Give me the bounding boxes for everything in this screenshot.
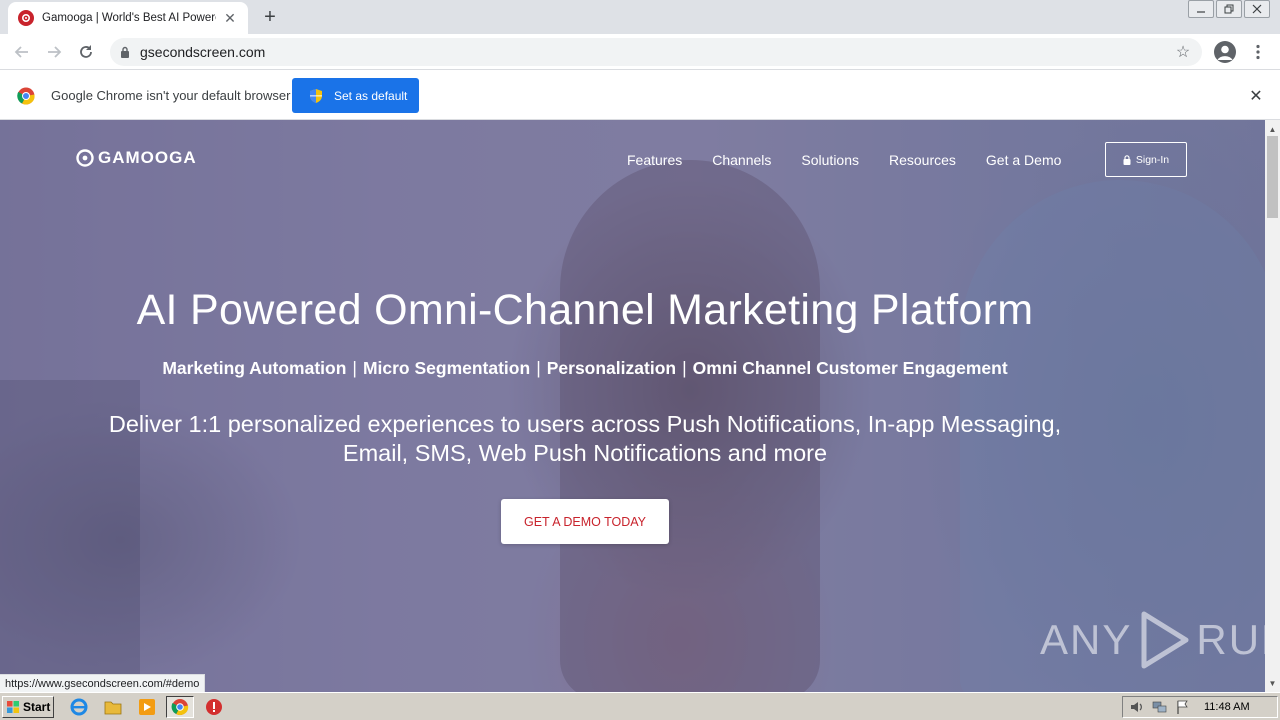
subtitle-item: Marketing Automation [162, 358, 347, 378]
subtitle-separator: | [352, 358, 357, 378]
nav-channels[interactable]: Channels [712, 152, 771, 168]
page-scrollbar[interactable]: ▲ ▼ [1265, 120, 1280, 692]
windows-flag-icon [7, 701, 19, 713]
scroll-thumb[interactable] [1267, 136, 1278, 218]
taskbar-clock: 11:48 AM [1204, 701, 1250, 713]
window-controls [1188, 0, 1270, 18]
page-viewport: GAMOOGA Features Channels Solutions Reso… [0, 120, 1265, 692]
chrome-logo-icon [17, 87, 35, 105]
bookmark-star-icon[interactable]: ☆ [1174, 43, 1192, 61]
hero-subtitle: Marketing Automation | Micro Segmentation |… [0, 358, 1170, 379]
subtitle-item: Personalization [546, 358, 677, 378]
restore-icon[interactable] [1216, 0, 1242, 18]
shield-icon [310, 88, 322, 103]
back-arrow-icon[interactable] [6, 36, 38, 68]
address-bar[interactable]: gsecondscreen.com ☆ [110, 38, 1202, 66]
network-icon[interactable] [1152, 699, 1168, 715]
sign-in-button[interactable]: Sign-In [1105, 142, 1187, 177]
nav-get-a-demo[interactable]: Get a Demo [986, 152, 1061, 168]
default-browser-infobar: Google Chrome isn't your default browser… [0, 71, 1280, 120]
media-player-icon[interactable] [138, 698, 156, 716]
hero-title: AI Powered Omni-Channel Marketing Platfo… [136, 286, 1034, 334]
hero-description-line: Deliver 1:1 personalized experiences to … [108, 411, 1062, 437]
subtitle-item: Micro Segmentation [362, 358, 531, 378]
tab-close-icon[interactable]: ✕ [222, 10, 238, 26]
site-nav: Features Channels Solutions Resources Ge… [627, 152, 1061, 168]
new-tab-button[interactable]: + [258, 6, 282, 28]
link-status-bubble: https://www.gsecondscreen.com/#demo [0, 674, 206, 692]
action-center-flag-icon[interactable] [1175, 699, 1191, 715]
lock-icon [121, 46, 129, 58]
chrome-taskbar-icon[interactable] [166, 696, 194, 718]
forward-arrow-icon[interactable] [38, 36, 70, 68]
play-icon [1141, 611, 1189, 669]
system-tray: 11:48 AM [1122, 696, 1278, 718]
tab-title: Gamooga | World's Best AI Powered [42, 12, 216, 24]
set-as-default-label: Set as default [334, 88, 408, 103]
url-text: gsecondscreen.com [140, 44, 266, 60]
chrome-menu-icon[interactable] [1248, 40, 1268, 64]
windows-taskbar: Start 11:48 AM [0, 692, 1280, 720]
reload-icon[interactable] [70, 36, 102, 68]
logo-text: GAMOOGA [98, 148, 197, 167]
subtitle-separator: | [682, 358, 687, 378]
set-as-default-button[interactable]: Set as default [292, 78, 419, 113]
start-button[interactable]: Start [2, 696, 54, 718]
anyrun-watermark: ANY RUN [1040, 610, 1265, 670]
get-a-demo-today-button[interactable]: GET A DEMO TODAY [501, 499, 669, 544]
hero-overlay [0, 120, 1265, 692]
watermark-text: RUN [1196, 616, 1265, 663]
infobar-message: Google Chrome isn't your default browser [51, 88, 291, 103]
watermark-text: ANY [1040, 616, 1133, 663]
subtitle-separator: | [536, 358, 541, 378]
profile-avatar-icon[interactable] [1214, 41, 1236, 63]
window-close-icon[interactable] [1244, 0, 1270, 18]
lock-icon [1123, 154, 1131, 165]
browser-tab[interactable]: Gamooga | World's Best AI Powered ✕ [8, 2, 248, 34]
nav-solutions[interactable]: Solutions [801, 152, 859, 168]
subtitle-item: Omni Channel Customer Engagement [692, 358, 1008, 378]
gamooga-logo[interactable]: GAMOOGA [76, 148, 197, 168]
volume-icon[interactable] [1129, 699, 1145, 715]
internet-explorer-icon[interactable] [70, 698, 88, 716]
minimize-icon[interactable] [1188, 0, 1214, 18]
nav-features[interactable]: Features [627, 152, 682, 168]
scroll-up-arrow-icon[interactable]: ▲ [1265, 122, 1280, 136]
browser-toolbar: gsecondscreen.com ☆ [0, 34, 1280, 70]
start-label: Start [23, 700, 51, 714]
scroll-down-arrow-icon[interactable]: ▼ [1265, 676, 1280, 690]
stop-icon[interactable] [205, 698, 223, 716]
nav-resources[interactable]: Resources [889, 152, 956, 168]
gamooga-favicon-icon [18, 10, 34, 26]
tab-strip: Gamooga | World's Best AI Powered ✕ + [0, 0, 1280, 34]
infobar-close-icon[interactable]: ✕ [1247, 87, 1265, 105]
sign-in-label: Sign-In [1135, 153, 1170, 166]
file-explorer-icon[interactable] [104, 698, 122, 716]
gamooga-logo-icon [76, 149, 94, 167]
hero-description: Deliver 1:1 personalized experiences to … [70, 410, 1100, 468]
hero-description-line: Email, SMS, Web Push Notifications and m… [342, 440, 828, 466]
